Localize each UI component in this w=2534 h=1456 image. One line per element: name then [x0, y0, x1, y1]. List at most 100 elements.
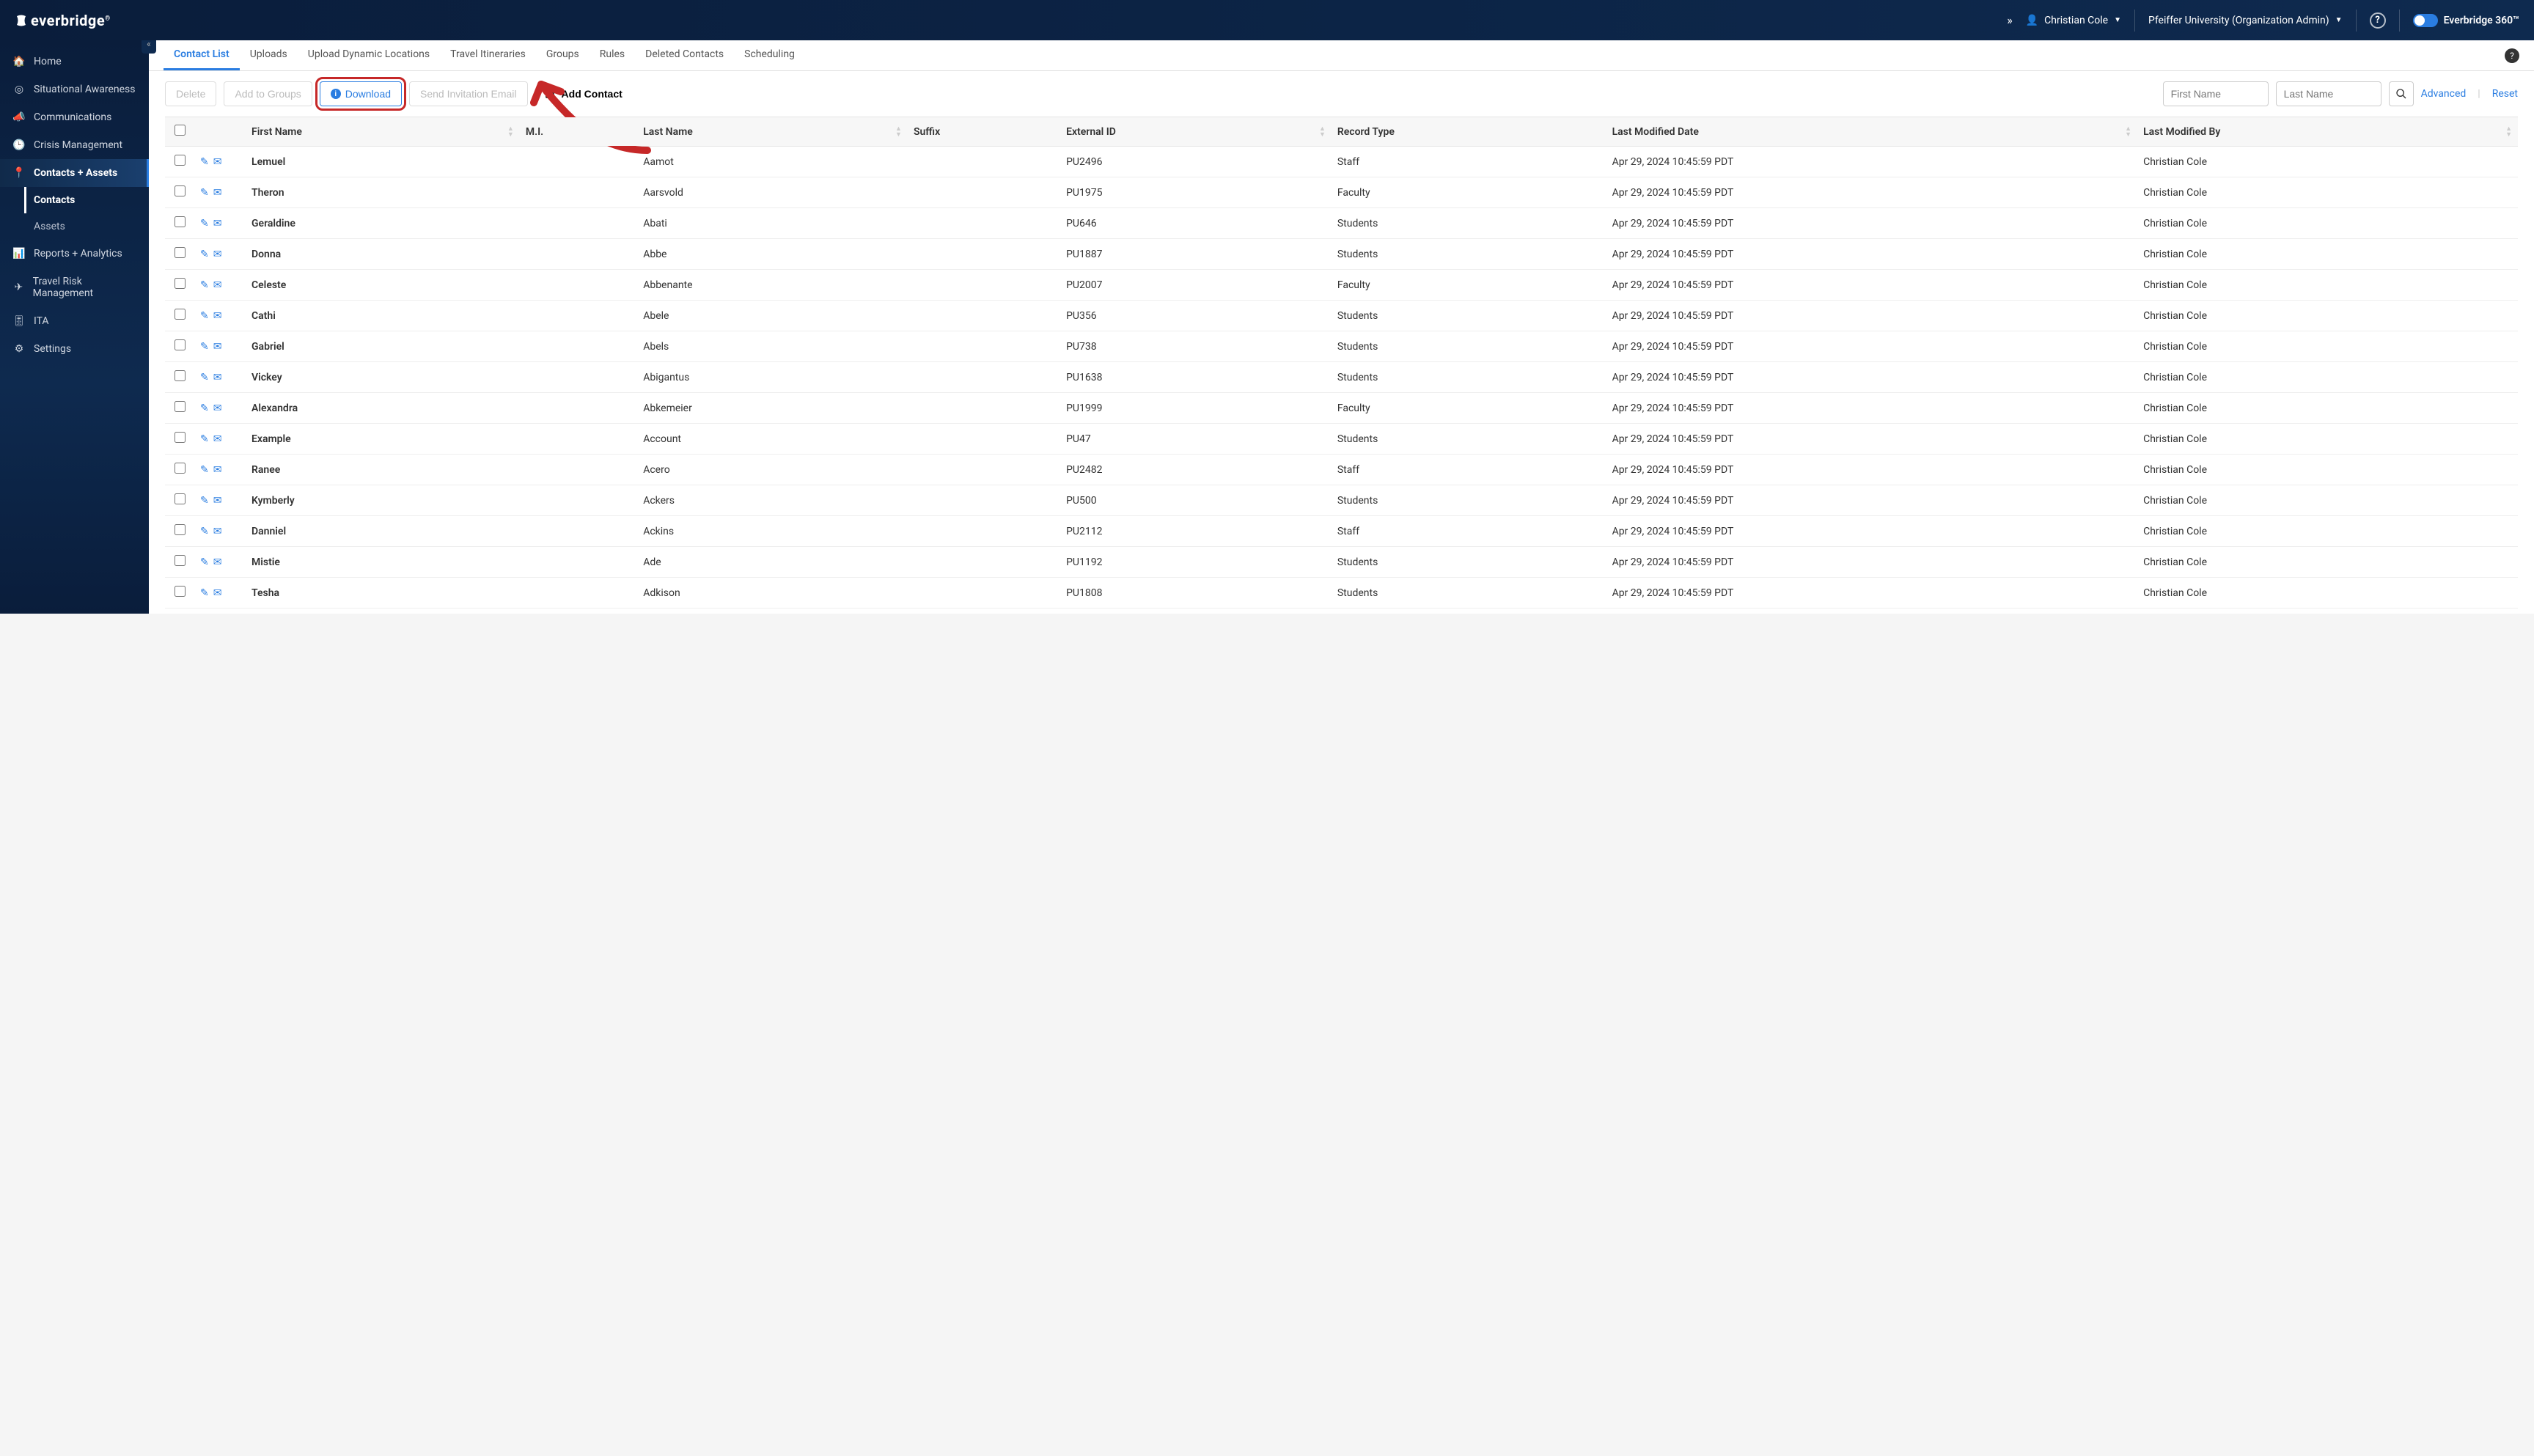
- edit-icon[interactable]: ✎: [200, 156, 209, 168]
- cell-first-name[interactable]: Ranee: [246, 455, 520, 485]
- sidebar-subitem-contacts[interactable]: Contacts: [24, 187, 149, 213]
- edit-icon[interactable]: ✎: [200, 249, 209, 260]
- tab-deleted-contacts[interactable]: Deleted Contacts: [635, 40, 734, 70]
- add-contact-button[interactable]: + Add Contact: [535, 81, 633, 106]
- sidebar-item-home[interactable]: 🏠Home: [0, 48, 149, 76]
- mail-icon[interactable]: ✉: [213, 187, 222, 199]
- add-to-groups-button[interactable]: Add to Groups: [224, 81, 312, 106]
- mail-icon[interactable]: ✉: [213, 249, 222, 260]
- cell-first-name[interactable]: Geraldine: [246, 208, 520, 239]
- sidebar-item-situational-awareness[interactable]: ◎Situational Awareness: [0, 76, 149, 103]
- sidebar-item-contacts-assets[interactable]: 📍Contacts + Assets: [0, 159, 149, 187]
- row-checkbox[interactable]: [175, 555, 186, 566]
- mail-icon[interactable]: ✉: [213, 526, 222, 537]
- mail-icon[interactable]: ✉: [213, 587, 222, 599]
- mail-icon[interactable]: ✉: [213, 341, 222, 353]
- sidebar-item-reports-analytics[interactable]: 📊Reports + Analytics: [0, 240, 149, 268]
- user-menu[interactable]: 👤 Christian Cole ▼: [2026, 15, 2121, 26]
- help-icon[interactable]: ?: [2505, 48, 2519, 63]
- row-checkbox[interactable]: [175, 524, 186, 535]
- sidebar-item-communications[interactable]: 📣Communications: [0, 103, 149, 131]
- mail-icon[interactable]: ✉: [213, 556, 222, 568]
- cell-first-name[interactable]: Alexandra: [246, 393, 520, 424]
- mail-icon[interactable]: ✉: [213, 156, 222, 168]
- tab-rules[interactable]: Rules: [590, 40, 635, 70]
- cell-first-name[interactable]: Gabriel: [246, 331, 520, 362]
- row-checkbox[interactable]: [175, 247, 186, 258]
- column-header-last-modified-by[interactable]: Last Modified By▲▼: [2137, 117, 2518, 147]
- product-toggle[interactable]: Everbridge 360™: [2413, 14, 2519, 27]
- column-header-external-id[interactable]: External ID▲▼: [1060, 117, 1332, 147]
- cell-first-name[interactable]: Donna: [246, 239, 520, 270]
- tab-uploads[interactable]: Uploads: [240, 40, 298, 70]
- mail-icon[interactable]: ✉: [213, 279, 222, 291]
- cell-first-name[interactable]: Theron: [246, 177, 520, 208]
- row-checkbox[interactable]: [175, 339, 186, 350]
- column-header-first-name[interactable]: First Name▲▼: [246, 117, 520, 147]
- edit-icon[interactable]: ✎: [200, 218, 209, 229]
- select-all-checkbox[interactable]: [175, 125, 186, 136]
- edit-icon[interactable]: ✎: [200, 310, 209, 322]
- cell-first-name[interactable]: Mistie: [246, 547, 520, 578]
- help-icon[interactable]: ?: [2370, 12, 2386, 29]
- edit-icon[interactable]: ✎: [200, 372, 209, 383]
- row-checkbox[interactable]: [175, 216, 186, 227]
- row-checkbox[interactable]: [175, 155, 186, 166]
- mail-icon[interactable]: ✉: [213, 218, 222, 229]
- sidebar-item-travel-risk-management[interactable]: ✈Travel Risk Management: [0, 268, 149, 307]
- mail-icon[interactable]: ✉: [213, 372, 222, 383]
- download-button[interactable]: i Download: [320, 81, 402, 106]
- sidebar-subitem-assets[interactable]: Assets: [34, 213, 149, 240]
- sidebar-item-ita[interactable]: 🎚ITA: [0, 307, 149, 335]
- cell-first-name[interactable]: Cathi: [246, 301, 520, 331]
- advanced-link[interactable]: Advanced: [2421, 88, 2467, 100]
- edit-icon[interactable]: ✎: [200, 526, 209, 537]
- tab-contact-list[interactable]: Contact List: [164, 40, 240, 70]
- cell-first-name[interactable]: Lemuel: [246, 147, 520, 177]
- edit-icon[interactable]: ✎: [200, 464, 209, 476]
- column-header-last-name[interactable]: Last Name▲▼: [637, 117, 908, 147]
- tab-upload-dynamic-locations[interactable]: Upload Dynamic Locations: [298, 40, 440, 70]
- edit-icon[interactable]: ✎: [200, 279, 209, 291]
- mail-icon[interactable]: ✉: [213, 310, 222, 322]
- row-checkbox[interactable]: [175, 370, 186, 381]
- sidebar-collapse-button[interactable]: «: [142, 40, 156, 54]
- row-checkbox[interactable]: [175, 185, 186, 196]
- brand-logo[interactable]: everbridge®: [15, 12, 111, 29]
- column-header-last-modified-date[interactable]: Last Modified Date▲▼: [1606, 117, 2138, 147]
- mail-icon[interactable]: ✉: [213, 433, 222, 445]
- sidebar-item-crisis-management[interactable]: 🕒Crisis Management: [0, 131, 149, 159]
- cell-first-name[interactable]: Gladys: [246, 608, 520, 614]
- row-checkbox[interactable]: [175, 493, 186, 504]
- mail-icon[interactable]: ✉: [213, 495, 222, 507]
- tab-groups[interactable]: Groups: [536, 40, 590, 70]
- edit-icon[interactable]: ✎: [200, 433, 209, 445]
- cell-first-name[interactable]: Example: [246, 424, 520, 455]
- mail-icon[interactable]: ✉: [213, 464, 222, 476]
- edit-icon[interactable]: ✎: [200, 402, 209, 414]
- edit-icon[interactable]: ✎: [200, 495, 209, 507]
- toggle-switch[interactable]: [2413, 14, 2438, 27]
- edit-icon[interactable]: ✎: [200, 187, 209, 199]
- row-checkbox[interactable]: [175, 309, 186, 320]
- cell-first-name[interactable]: Danniel: [246, 516, 520, 547]
- expand-icon[interactable]: »: [2007, 13, 2013, 27]
- sidebar-item-settings[interactable]: ⚙Settings: [0, 335, 149, 363]
- send-invitation-button[interactable]: Send Invitation Email: [409, 81, 528, 106]
- cell-first-name[interactable]: Vickey: [246, 362, 520, 393]
- first-name-search-input[interactable]: [2163, 81, 2269, 106]
- search-button[interactable]: [2389, 81, 2414, 106]
- edit-icon[interactable]: ✎: [200, 587, 209, 599]
- row-checkbox[interactable]: [175, 278, 186, 289]
- cell-first-name[interactable]: Celeste: [246, 270, 520, 301]
- tab-scheduling[interactable]: Scheduling: [734, 40, 805, 70]
- org-menu[interactable]: Pfeiffer University (Organization Admin)…: [2148, 15, 2343, 26]
- delete-button[interactable]: Delete: [165, 81, 216, 106]
- cell-first-name[interactable]: Tesha: [246, 578, 520, 608]
- row-checkbox[interactable]: [175, 401, 186, 412]
- last-name-search-input[interactable]: [2276, 81, 2381, 106]
- edit-icon[interactable]: ✎: [200, 341, 209, 353]
- row-checkbox[interactable]: [175, 463, 186, 474]
- cell-first-name[interactable]: Kymberly: [246, 485, 520, 516]
- tab-travel-itineraries[interactable]: Travel Itineraries: [440, 40, 536, 70]
